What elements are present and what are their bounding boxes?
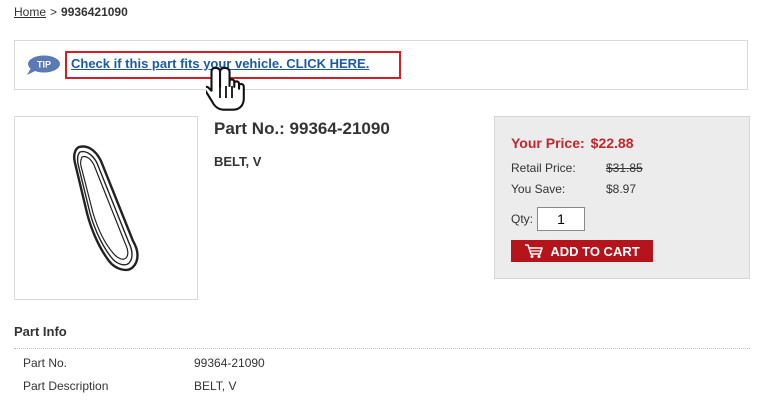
your-price: Your Price: $22.88 xyxy=(511,135,633,151)
tip-badge-label: TIP xyxy=(37,60,51,70)
part-info-divider xyxy=(14,348,750,349)
part-title: Part No.: 99364-21090 xyxy=(214,119,390,138)
part-info-value: BELT, V xyxy=(194,379,237,393)
breadcrumb-current: 9936421090 xyxy=(61,5,128,19)
part-info-heading: Part Info xyxy=(14,324,67,339)
retail-price-label: Retail Price: xyxy=(511,161,576,175)
part-description: BELT, V xyxy=(214,154,262,169)
your-price-amount: $22.88 xyxy=(590,135,634,151)
hand-pointer-cursor-icon xyxy=(206,66,245,111)
fitment-tip-box: TIP Check if this part fits your vehicle… xyxy=(14,40,748,90)
qty-input[interactable] xyxy=(537,207,585,231)
qty-label: Qty: xyxy=(511,212,534,226)
fitment-check-link-period: . xyxy=(365,56,370,71)
add-to-cart-label: ADD TO CART xyxy=(550,243,640,259)
add-to-cart-button[interactable]: ADD TO CART xyxy=(511,240,653,262)
breadcrumb: Home >9936421090 xyxy=(14,5,128,19)
shopping-cart-icon xyxy=(525,244,544,258)
part-info-label: Part No. xyxy=(23,356,68,370)
tip-bubble-icon: TIP xyxy=(27,55,60,75)
product-image[interactable] xyxy=(14,116,198,300)
part-info-value: 99364-21090 xyxy=(194,356,265,370)
price-panel: Your Price: $22.88 Retail Price: $31.85 Y… xyxy=(494,116,750,279)
your-price-label: Your Price: xyxy=(511,135,585,151)
you-save-label: You Save: xyxy=(511,182,566,196)
breadcrumb-separator: > xyxy=(50,5,58,19)
part-info-label: Part Description xyxy=(23,379,109,393)
v-belt-drawing-icon xyxy=(73,145,139,272)
breadcrumb-home-link[interactable]: Home xyxy=(14,5,46,19)
you-save-value: $8.97 xyxy=(606,182,637,196)
retail-price-value: $31.85 xyxy=(606,161,643,175)
tip-badge: TIP xyxy=(25,55,61,75)
